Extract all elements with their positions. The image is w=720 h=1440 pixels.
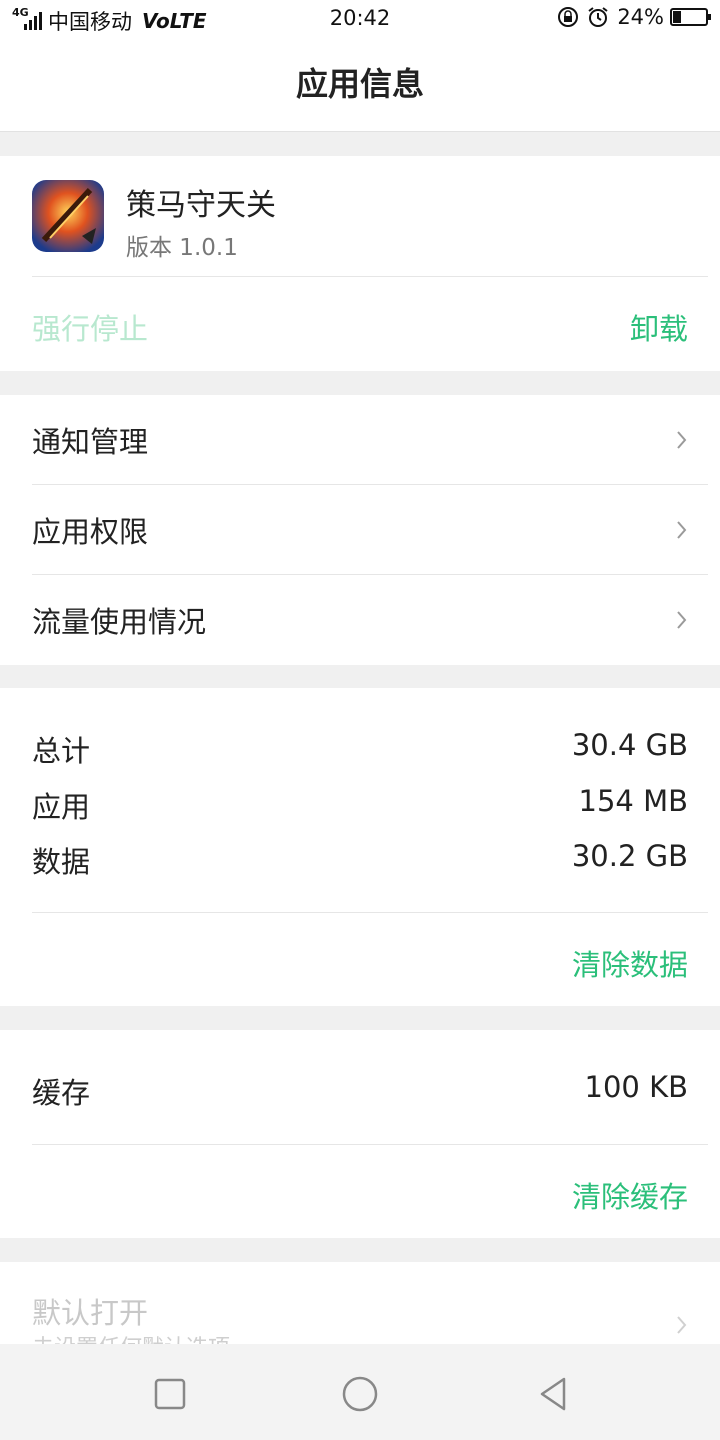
rotation-lock-icon (558, 7, 579, 27)
app-name: 策马守天关 (126, 188, 276, 223)
alarm-icon (588, 7, 608, 27)
divider (32, 276, 708, 277)
cache-key: 缓存 (32, 1076, 91, 1110)
storage-key: 数据 (32, 845, 91, 879)
storage-value: 30.4 GB (571, 728, 688, 762)
storage-key: 总计 (32, 734, 91, 768)
storage-key: 应用 (32, 790, 91, 824)
cache-value: 100 KB (584, 1070, 688, 1104)
battery-level-fill (673, 11, 681, 23)
menu-item-label: 应用权限 (32, 515, 149, 549)
clear-data-button[interactable]: 清除数据 (572, 942, 688, 984)
chevron-right-icon (677, 611, 687, 629)
page-title: 应用信息 (295, 65, 424, 103)
menu-card: 通知管理 应用权限 流量使用情况 (0, 395, 720, 665)
back-triangle-icon[interactable] (534, 1374, 574, 1414)
menu-item-data-usage[interactable]: 流量使用情况 (0, 575, 720, 665)
home-circle-icon[interactable] (340, 1374, 380, 1414)
storage-row-data: 数据 30.2 GB (0, 839, 720, 879)
battery-percent: 24% (617, 5, 664, 29)
menu-item-label: 通知管理 (32, 425, 149, 459)
storage-row-app: 应用 154 MB (0, 784, 720, 824)
navigation-bar (0, 1344, 720, 1440)
storage-card: 总计 30.4 GB 应用 154 MB 数据 30.2 GB 清除数据 (0, 688, 720, 1006)
status-right: 24% (557, 5, 711, 29)
app-icon (32, 180, 104, 252)
cache-card: 缓存 100 KB 清除缓存 (0, 1030, 720, 1238)
cache-row: 缓存 100 KB (0, 1070, 720, 1110)
storage-value: 154 MB (578, 784, 689, 818)
uninstall-button[interactable]: 卸载 (630, 306, 688, 348)
menu-item-label: 流量使用情况 (32, 605, 207, 639)
menu-item-app-permissions[interactable]: 应用权限 (0, 485, 720, 575)
menu-item-notification-management[interactable]: 通知管理 (0, 395, 720, 485)
default-open-title: 默认打开 (32, 1296, 149, 1330)
force-stop-button[interactable]: 强行停止 (32, 306, 148, 348)
clear-cache-button[interactable]: 清除缓存 (572, 1174, 688, 1216)
default-open-item[interactable]: 默认打开 未设置任何默认选项 (0, 1262, 720, 1352)
app-version: 版本 1.0.1 (126, 235, 238, 261)
title-bar: 应用信息 (0, 36, 720, 132)
divider (32, 1144, 708, 1145)
chevron-right-icon (677, 521, 687, 539)
chevron-right-icon (677, 431, 687, 449)
recents-square-icon[interactable] (150, 1374, 190, 1414)
divider (32, 912, 708, 913)
storage-row-total: 总计 30.4 GB (0, 728, 720, 768)
chevron-right-icon (677, 1316, 687, 1334)
status-bar: 4G 中国移动 VoLTE 20:42 24% (0, 0, 720, 36)
battery-icon (670, 8, 711, 26)
app-info-card: 策马守天关 版本 1.0.1 强行停止 卸载 (0, 156, 720, 371)
storage-value: 30.2 GB (571, 839, 688, 873)
